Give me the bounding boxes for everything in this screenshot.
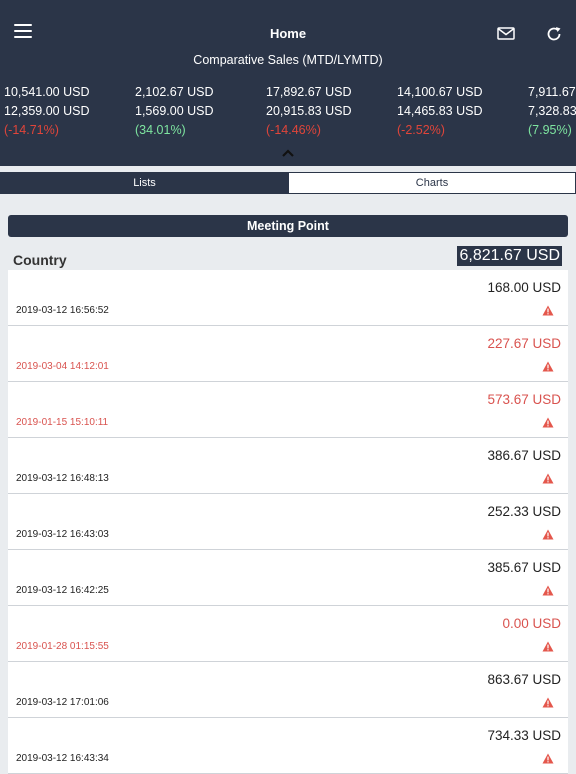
metric-previous: 20,915.83 USD [266, 104, 352, 118]
metric-change: (34.01%) [135, 123, 186, 137]
item-amount: 0.00 USD [502, 616, 561, 631]
transaction-list: 168.00 USD 2019-03-12 16:56:52 227.67 USD 2… [8, 270, 568, 774]
page-title: Home [269, 26, 307, 41]
warning-icon [542, 359, 554, 372]
list-item[interactable]: 573.67 USD 2019-01-15 15:10:11 [8, 382, 568, 438]
metric-column: 10,541.00 USD 12,359.00 USD (-14.71%) [4, 83, 134, 140]
list-item[interactable]: 863.67 USD 2019-03-12 17:01:06 [8, 662, 568, 718]
metric-change: (-14.71%) [4, 123, 59, 137]
item-amount: 734.33 USD [487, 728, 561, 743]
warning-icon [542, 415, 554, 428]
item-timestamp: 2019-03-12 16:43:34 [16, 753, 109, 764]
warning-icon [542, 639, 554, 652]
tab-charts[interactable]: Charts [288, 172, 576, 194]
list-item[interactable]: 386.67 USD 2019-03-12 16:48:13 [8, 438, 568, 494]
item-amount: 227.67 USD [487, 336, 561, 351]
warning-icon [542, 583, 554, 596]
metrics-strip: 10,541.00 USD 12,359.00 USD (-14.71%) 2,102… [0, 83, 576, 143]
tab-lists[interactable]: Lists [0, 172, 289, 194]
metric-change: (-14.46%) [266, 123, 321, 137]
mail-icon[interactable] [497, 27, 515, 40]
warning-icon [542, 695, 554, 708]
metric-previous: 12,359.00 USD [4, 104, 90, 118]
refresh-icon[interactable] [545, 25, 563, 43]
warning-icon [542, 303, 554, 316]
metric-current: 14,100.67 USD [397, 85, 483, 99]
item-timestamp: 2019-01-15 15:10:11 [16, 417, 109, 428]
metric-current: 2,102.67 USD [135, 85, 214, 99]
item-timestamp: 2019-03-12 16:42:25 [16, 585, 109, 596]
metric-column: 17,892.67 USD 20,915.83 USD (-14.46%) [266, 83, 396, 140]
warning-icon [542, 527, 554, 540]
item-amount: 252.33 USD [487, 504, 561, 519]
list-item[interactable]: 734.33 USD 2019-03-12 16:43:34 [8, 718, 568, 774]
metric-previous: 1,569.00 USD [135, 104, 214, 118]
list-item[interactable]: 168.00 USD 2019-03-12 16:56:52 [8, 270, 568, 326]
item-amount: 573.67 USD [487, 392, 561, 407]
group-total: 6,821.67 USD [457, 246, 562, 266]
metric-column: 2,102.67 USD 1,569.00 USD (34.01%) [135, 83, 265, 140]
item-timestamp: 2019-01-28 01:15:55 [16, 641, 109, 652]
group-header: Country 6,821.67 USD [0, 245, 576, 271]
item-timestamp: 2019-03-12 16:56:52 [16, 305, 109, 316]
metric-previous: 14,465.83 USD [397, 104, 483, 118]
metric-current: 17,892.67 USD [266, 85, 352, 99]
item-timestamp: 2019-03-12 16:43:03 [16, 529, 109, 540]
item-amount: 863.67 USD [487, 672, 561, 687]
item-amount: 385.67 USD [487, 560, 561, 575]
item-timestamp: 2019-03-12 17:01:06 [16, 697, 109, 708]
warning-icon [542, 751, 554, 764]
list-item[interactable]: 252.33 USD 2019-03-12 16:43:03 [8, 494, 568, 550]
metric-current: 7,911.67 USD [528, 85, 576, 99]
header-subtitle: Comparative Sales (MTD/LYMTD) [193, 53, 383, 67]
app-header: Home Comparative Sales (MTD/LYMTD) 10,54… [0, 0, 576, 166]
metric-current: 10,541.00 USD [4, 85, 90, 99]
metric-change: (-2.52%) [397, 123, 445, 137]
view-tabs: Lists Charts [0, 172, 576, 194]
section-title: Meeting Point [8, 215, 568, 237]
warning-icon [542, 471, 554, 484]
list-item[interactable]: 0.00 USD 2019-01-28 01:15:55 [8, 606, 568, 662]
group-label: Country [13, 252, 67, 268]
top-bar: Home [0, 0, 576, 50]
metric-previous: 7,328.83 USD [528, 104, 576, 118]
metric-change: (7.95%) [528, 123, 572, 137]
chevron-up-icon[interactable] [281, 145, 295, 157]
item-amount: 168.00 USD [487, 280, 561, 295]
metric-column: 14,100.67 USD 14,465.83 USD (-2.52%) [397, 83, 527, 140]
item-timestamp: 2019-03-12 16:48:13 [16, 473, 109, 484]
list-item[interactable]: 227.67 USD 2019-03-04 14:12:01 [8, 326, 568, 382]
item-timestamp: 2019-03-04 14:12:01 [16, 361, 109, 372]
metric-column: 7,911.67 USD 7,328.83 USD (7.95%) [528, 83, 576, 140]
list-item[interactable]: 385.67 USD 2019-03-12 16:42:25 [8, 550, 568, 606]
item-amount: 386.67 USD [487, 448, 561, 463]
